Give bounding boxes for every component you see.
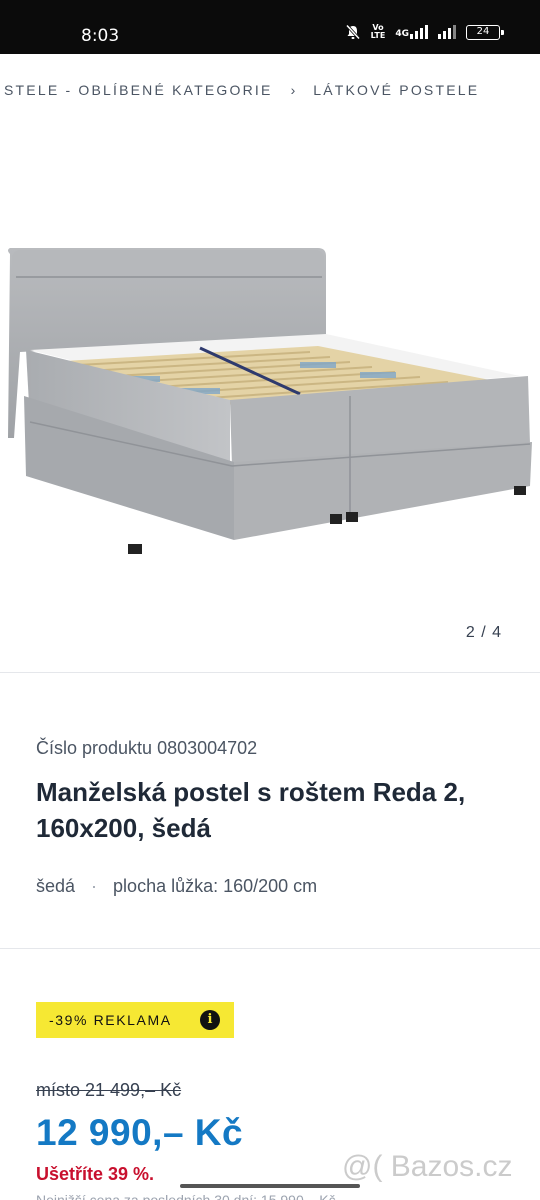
old-price: místo 21 499,– Kč xyxy=(36,1080,182,1100)
battery-level: 24 xyxy=(476,25,490,37)
breadcrumb-item-fabric-beds[interactable]: LÁTKOVÉ POSTELE xyxy=(313,82,479,98)
product-number-value: 0803004702 xyxy=(157,738,258,758)
attribute-color: šedá xyxy=(36,876,76,896)
attribute-separator: · xyxy=(91,876,98,896)
divider xyxy=(0,948,540,949)
bed-image[interactable] xyxy=(0,126,540,672)
signal-4g-icon: 4G xyxy=(395,25,428,39)
chevron-right-icon: › xyxy=(290,82,296,98)
promo-badge: -39% REKLAMA i xyxy=(36,1002,234,1038)
watermark: @( Bazos.cz xyxy=(342,1150,513,1183)
gallery-counter: 2 / 4 xyxy=(465,624,502,641)
product-title: Manželská postel s roštem Reda 2, 160x20… xyxy=(36,774,516,846)
battery-icon: 24 xyxy=(466,24,504,40)
product-title-bold: Manželská xyxy=(36,777,167,807)
lowest-price-note: Nejnižší cena za posledních 30 dní: 15 9… xyxy=(36,1192,336,1200)
product-number-label: Číslo produktu xyxy=(36,738,153,758)
info-icon[interactable]: i xyxy=(200,1010,220,1030)
status-icons: Vo LTE 4G 24 xyxy=(345,24,504,40)
promo-label: -39% REKLAMA xyxy=(49,1012,172,1028)
current-price: 12 990,– Kč xyxy=(36,1112,244,1153)
home-indicator[interactable] xyxy=(180,1184,360,1188)
status-time: 8:03 xyxy=(81,26,120,46)
breadcrumb-item-favorite-categories[interactable]: STELE - OBLÍBENÉ KATEGORIE xyxy=(4,82,273,98)
mute-icon xyxy=(345,24,360,40)
product-attributes: šedá · plocha lůžka: 160/200 cm xyxy=(36,876,317,897)
savings-text: Ušetříte 39 %. xyxy=(36,1164,155,1184)
product-number: Číslo produktu 0803004702 xyxy=(36,738,257,759)
product-gallery[interactable]: 2 / 4 xyxy=(0,126,540,672)
volte-icon: Vo LTE xyxy=(371,24,386,40)
status-bar: 8:03 Vo LTE 4G 24 xyxy=(0,0,540,54)
network-type: 4G xyxy=(395,29,409,39)
signal-bars-icon xyxy=(438,25,456,39)
breadcrumb: STELE - OBLÍBENÉ KATEGORIE › LÁTKOVÉ POS… xyxy=(0,54,540,126)
attribute-bed-size: plocha lůžka: 160/200 cm xyxy=(113,876,318,896)
volte-bottom: LTE xyxy=(370,31,386,40)
divider xyxy=(0,672,540,673)
